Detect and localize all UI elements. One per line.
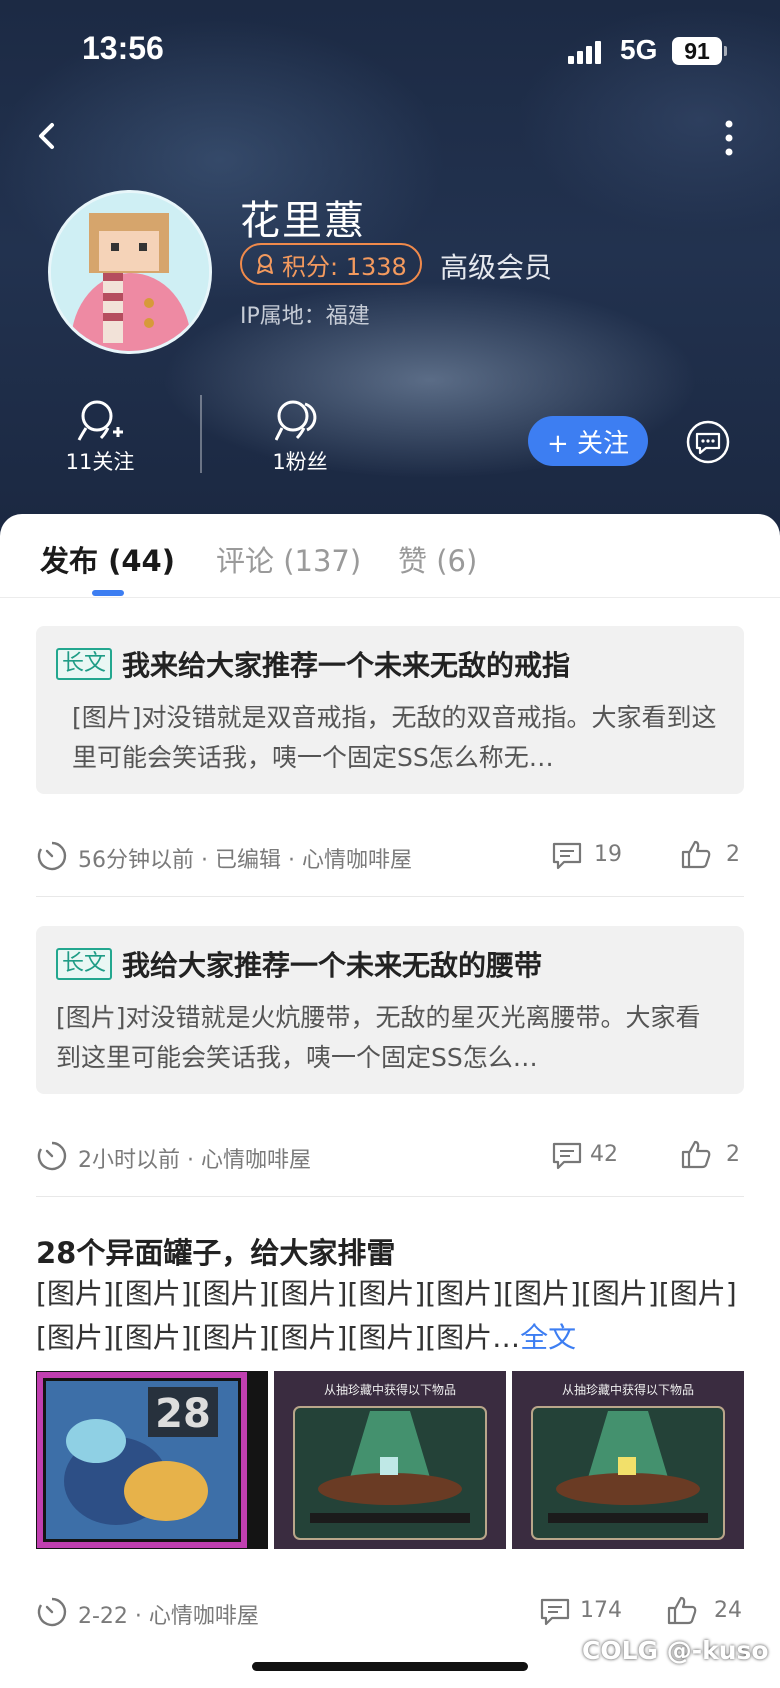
score-badge[interactable]: 积分: 1338 <box>240 243 422 285</box>
post-title: 我给大家推荐一个未来无敌的腰带 <box>122 949 543 982</box>
back-arrow-icon[interactable] <box>30 118 66 154</box>
tab-comments[interactable]: 评论 (137) <box>216 538 361 580</box>
like-count: 2 <box>726 842 740 867</box>
fans-stat[interactable]: 1粉丝 <box>230 398 370 476</box>
member-level: 高级会员 <box>440 251 553 284</box>
stat-divider <box>200 395 202 473</box>
post-image-thumb[interactable]: 从抽珍藏中获得以下物品 <box>512 1371 744 1549</box>
post-card[interactable]: 长文 我给大家推荐一个未来无敌的腰带 [图片]对没错就是火炕腰带，无敌的星灭光离… <box>36 926 744 1094</box>
comment-icon[interactable] <box>552 1142 582 1170</box>
signal-icon <box>568 40 604 64</box>
network-type: 5G <box>620 34 658 65</box>
comment-count: 19 <box>594 842 622 867</box>
ip-location: IP属地：福建 <box>240 304 370 329</box>
like-count: 24 <box>714 1598 742 1623</box>
long-article-tag: 长文 <box>56 948 113 980</box>
comment-icon[interactable] <box>540 1598 570 1626</box>
user-plus-icon <box>77 400 123 441</box>
post-meta: 56分钟以前 · 已编辑 · 心情咖啡屋 19 2 <box>36 836 744 876</box>
thumb-number: 28 <box>155 1391 211 1437</box>
follow-button[interactable]: + 关注 <box>528 416 648 466</box>
thumbs-up-icon[interactable] <box>680 838 712 870</box>
following-label: 11关注 <box>65 450 135 474</box>
avatar[interactable] <box>48 190 212 354</box>
active-tab-indicator <box>92 590 124 596</box>
thumb-caption: 从抽珍藏中获得以下物品 <box>561 1383 694 1397</box>
thumb-caption: 从抽珍藏中获得以下物品 <box>323 1383 456 1397</box>
users-icon <box>275 400 317 441</box>
post-separator <box>36 896 744 897</box>
post-body: [图片][图片][图片][图片][图片][图片][图片][图片][图片][图片]… <box>36 1272 748 1360</box>
full-text-link[interactable]: 全文 <box>520 1321 576 1354</box>
clock-icon <box>37 1597 67 1627</box>
more-options-icon[interactable] <box>714 118 744 158</box>
comment-count: 42 <box>590 1142 618 1167</box>
post-excerpt: [图片]对没错就是火炕腰带，无敌的星灭光离腰带。大家看到这里可能会笑话我，咦一个… <box>56 1003 701 1072</box>
watermark: COLG @-kuso <box>582 1636 769 1665</box>
like-count: 2 <box>726 1142 740 1167</box>
thumbs-up-icon[interactable] <box>680 1138 712 1170</box>
clock-icon <box>37 841 67 871</box>
score-label: 积分: 1338 <box>282 252 407 281</box>
thumbs-up-icon[interactable] <box>666 1594 698 1626</box>
comment-count: 174 <box>580 1598 622 1623</box>
tab-bar: 发布 (44) 评论 (137) 赞 (6) <box>0 514 780 598</box>
post-image-thumb[interactable]: 28 <box>36 1371 268 1549</box>
content-panel: 发布 (44) 评论 (137) 赞 (6) 长文 我来给大家推荐一个未来无敌的… <box>0 514 780 1688</box>
message-icon[interactable] <box>686 420 730 464</box>
home-indicator[interactable] <box>252 1662 528 1671</box>
tab-likes[interactable]: 赞 (6) <box>398 538 477 580</box>
post-meta: 2小时以前 · 心情咖啡屋 42 2 <box>36 1136 744 1176</box>
clock-icon <box>37 1141 67 1171</box>
post-card[interactable]: 长文 我来给大家推荐一个未来无敌的戒指 [图片]对没错就是双音戒指，无敌的双音戒… <box>36 626 744 794</box>
battery-icon: 91 <box>672 37 722 65</box>
battery-tip <box>724 46 727 56</box>
tab-posts[interactable]: 发布 (44) <box>40 538 175 580</box>
following-stat[interactable]: 11关注 <box>30 398 170 476</box>
post-meta-text: 56分钟以前 · 已编辑 · 心情咖啡屋 <box>78 848 412 873</box>
post-meta-text: 2小时以前 · 心情咖啡屋 <box>78 1148 311 1173</box>
comment-icon[interactable] <box>552 842 582 870</box>
long-article-tag: 长文 <box>56 648 113 680</box>
status-time: 13:56 <box>82 30 164 66</box>
post-excerpt: [图片]对没错就是双音戒指，无敌的双音戒指。大家看到这里可能会笑话我，咦一个固定… <box>72 703 717 772</box>
post-meta-text: 2-22 · 心情咖啡屋 <box>78 1604 259 1629</box>
fans-label: 1粉丝 <box>272 450 328 474</box>
post-meta: 2-22 · 心情咖啡屋 174 24 <box>36 1592 744 1632</box>
medal-icon <box>257 254 273 274</box>
post-title: 我来给大家推荐一个未来无敌的戒指 <box>122 649 571 682</box>
post-image-thumb[interactable]: 从抽珍藏中获得以下物品 <box>274 1371 506 1549</box>
post-separator <box>36 1196 744 1197</box>
post-body-text: [图片][图片][图片][图片][图片][图片][图片][图片][图片][图片]… <box>36 1277 737 1354</box>
user-name: 花里蕙 <box>240 198 366 244</box>
post-title[interactable]: 28个异面罐子，给大家排雷 <box>36 1230 395 1272</box>
